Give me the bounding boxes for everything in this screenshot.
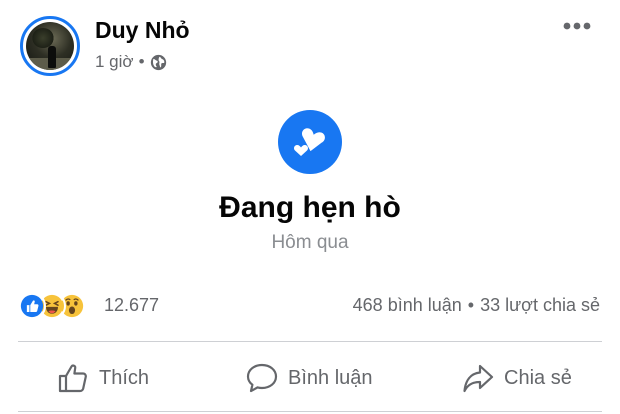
avatar[interactable] <box>20 16 80 76</box>
globe-icon[interactable] <box>150 54 167 71</box>
meta-separator: • <box>138 52 145 71</box>
post-meta: 1 giờ • <box>95 52 167 72</box>
share-button[interactable]: Chia sẻ <box>461 345 572 411</box>
author-name[interactable]: Duy Nhỏ <box>95 17 190 44</box>
stats-separator: • <box>467 295 475 315</box>
share-label: Chia sẻ <box>504 366 572 389</box>
action-bar: Thích Bình luận Chia sẻ <box>0 345 620 411</box>
like-button[interactable]: Thích <box>56 345 149 411</box>
thumbs-up-icon <box>58 364 87 393</box>
engagement-summary: 468 bình luận • 33 lượt chia sẻ <box>353 295 600 316</box>
reaction-count[interactable]: 12.677 <box>104 295 159 316</box>
post-stats: 12.677 468 bình luận • 33 lượt chia sẻ <box>0 288 620 324</box>
like-icon <box>18 292 46 320</box>
comment-button[interactable]: Bình luận <box>245 345 373 411</box>
comment-count[interactable]: 468 bình luận <box>353 295 462 316</box>
comment-icon <box>246 363 278 393</box>
avatar-photo <box>26 22 74 70</box>
reaction-icons[interactable] <box>18 292 98 320</box>
event-title: Đang hẹn hò <box>219 191 401 224</box>
hearts-icon <box>278 110 342 174</box>
divider <box>18 341 602 342</box>
life-event: Đang hẹn hò Hôm qua <box>0 105 620 265</box>
comment-label: Bình luận <box>288 366 373 389</box>
more-icon[interactable] <box>562 18 592 34</box>
event-date: Hôm qua <box>271 232 349 253</box>
divider <box>18 411 602 412</box>
post-time[interactable]: 1 giờ <box>95 52 134 72</box>
post-header: Duy Nhỏ 1 giờ • <box>0 0 620 90</box>
like-label: Thích <box>99 366 150 389</box>
share-count[interactable]: 33 lượt chia sẻ <box>480 295 600 316</box>
share-icon <box>463 364 494 393</box>
